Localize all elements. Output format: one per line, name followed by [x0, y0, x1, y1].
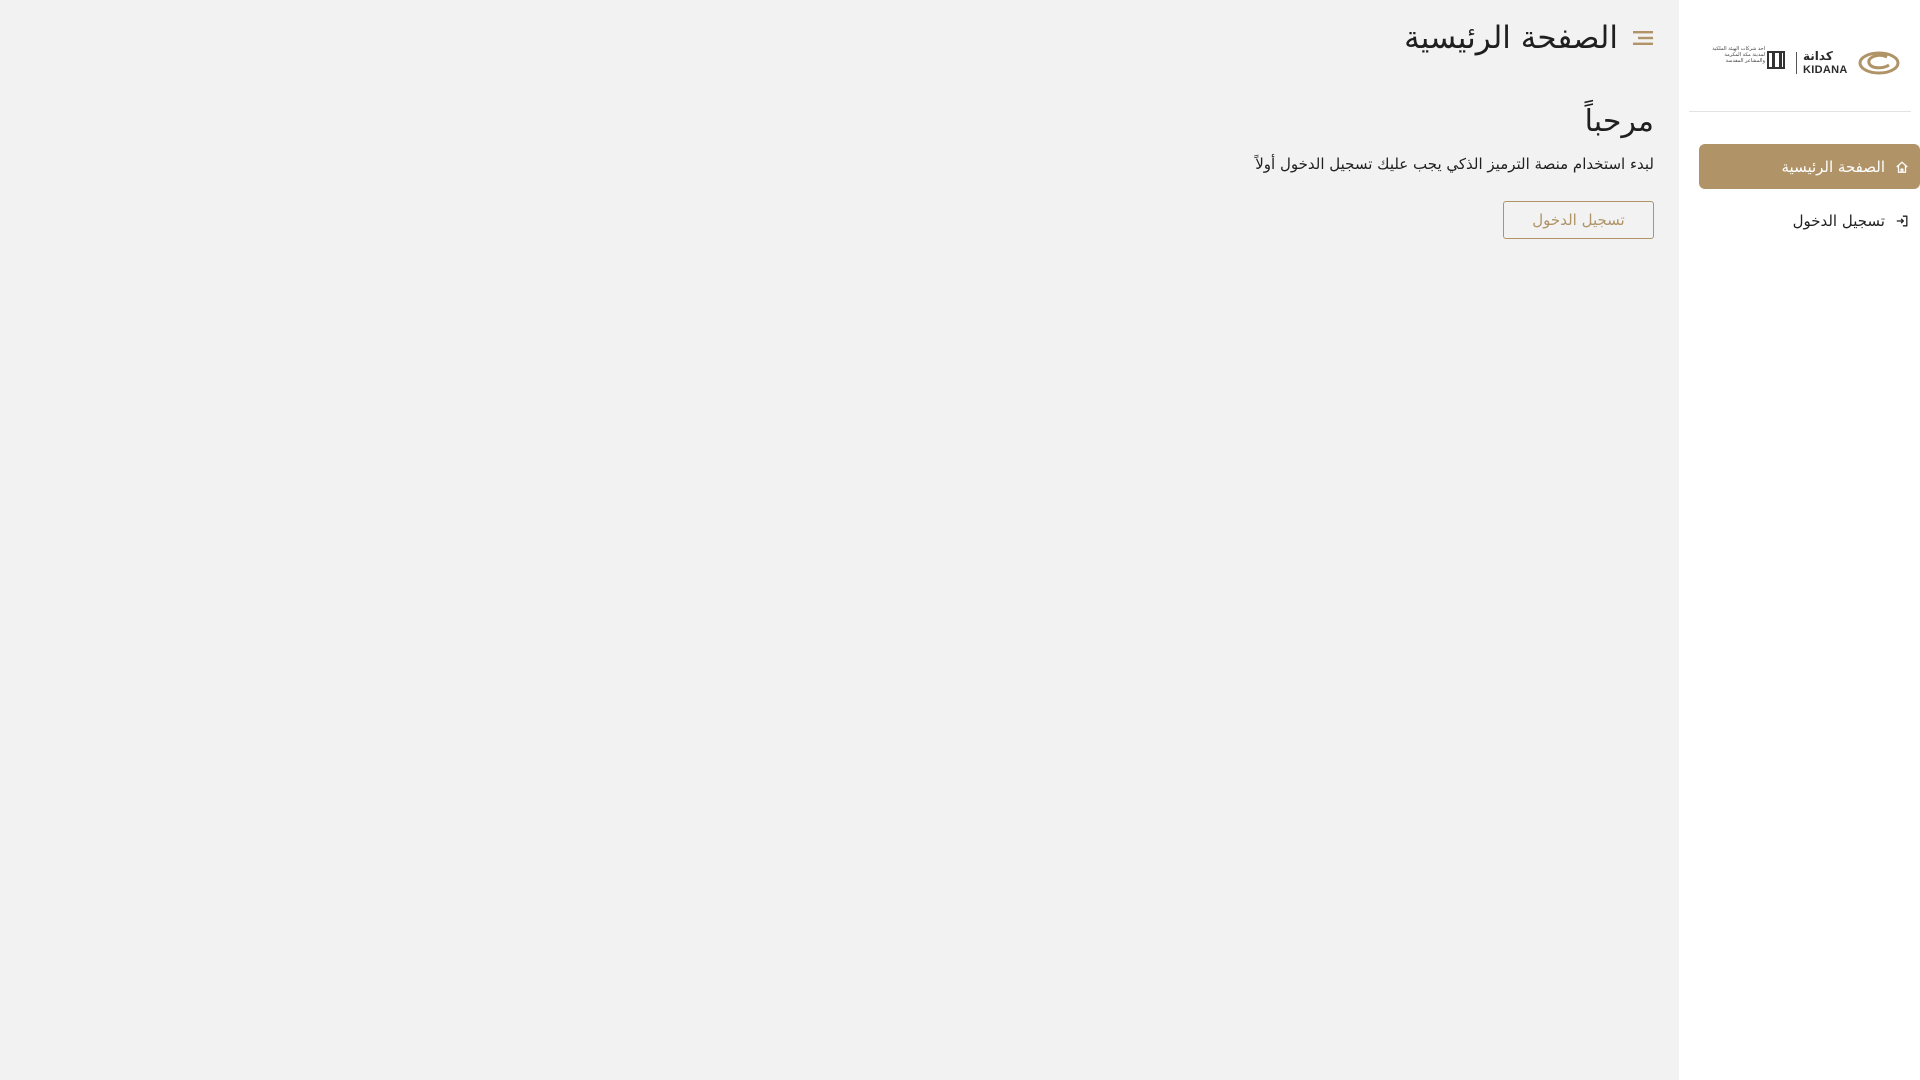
page-title: الصفحة الرئيسية [1404, 20, 1618, 56]
menu-icon[interactable] [1632, 27, 1654, 49]
kidana-logo[interactable]: أحد شركات الهيئة الملكية لمدينة مكة المك… [1707, 40, 1903, 80]
sidebar-item-label: الصفحة الرئيسية [1781, 157, 1886, 176]
logo-area: أحد شركات الهيئة الملكية لمدينة مكة المك… [1689, 0, 1911, 112]
kidana-wordmark: كدانة KIDANA [1803, 49, 1903, 76]
app-root: أحد شركات الهيئة الملكية لمدينة مكة المك… [0, 0, 1920, 1080]
login-icon [1894, 213, 1910, 229]
logo-arabic-text: كدانة [1803, 49, 1833, 63]
main-content: الصفحة الرئيسية مرحباً لبدء استخدام منصة… [0, 0, 1679, 1080]
partner-emblem-icon [1767, 51, 1785, 69]
welcome-title: مرحباً [1584, 104, 1654, 139]
page-header: الصفحة الرئيسية [1404, 20, 1654, 56]
sidebar-item-label: تسجيل الدخول [1792, 211, 1885, 230]
partner-logo-text: أحد شركات الهيئة الملكية لمدينة مكة المك… [1712, 46, 1765, 64]
home-icon [1894, 159, 1910, 175]
partner-logo: أحد شركات الهيئة الملكية لمدينة مكة المك… [1707, 40, 1787, 80]
logo-divider [1796, 52, 1797, 74]
sidebar: أحد شركات الهيئة الملكية لمدينة مكة المك… [1679, 0, 1920, 1080]
login-button[interactable]: تسجيل الدخول [1503, 201, 1654, 239]
sidebar-item-home[interactable]: الصفحة الرئيسية [1699, 144, 1920, 189]
welcome-section: مرحباً [1585, 104, 1654, 139]
logo-latin-text: KIDANA [1803, 64, 1848, 76]
sidebar-item-login[interactable]: تسجيل الدخول [1699, 198, 1920, 243]
welcome-message: لبدء استخدام منصة الترميز الذكي يجب عليك… [1255, 155, 1654, 173]
kidana-swirl-icon [1858, 51, 1900, 75]
sidebar-nav: الصفحة الرئيسية تسجيل الدخول [1699, 144, 1920, 252]
